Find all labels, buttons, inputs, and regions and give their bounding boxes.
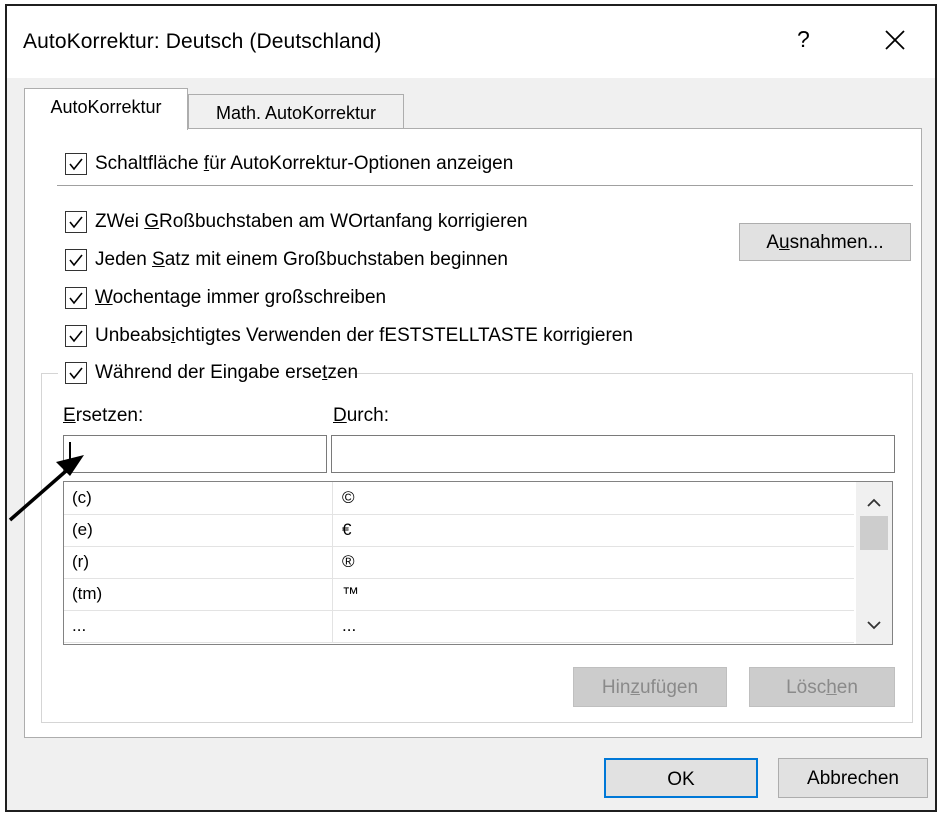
chevron-down-icon <box>867 621 881 630</box>
exceptions-button[interactable]: Ausnahmen... <box>739 223 911 261</box>
checkmark-icon <box>69 158 83 171</box>
sentence-caps-checkbox[interactable] <box>65 249 87 271</box>
cancel-button[interactable]: Abbrechen <box>778 758 928 798</box>
scrollbar-thumb[interactable] <box>860 516 888 550</box>
text-cursor <box>69 442 71 466</box>
caps-lock-checkbox[interactable] <box>65 325 87 347</box>
add-button[interactable]: Hinzufügen <box>573 667 727 707</box>
checkmark-icon <box>69 254 83 267</box>
table-row[interactable]: (e) € <box>64 514 854 547</box>
with-input[interactable] <box>331 435 895 473</box>
close-icon[interactable] <box>875 20 915 60</box>
table-row[interactable]: (tm) ™ <box>64 578 854 611</box>
tab-math-autokorrektur[interactable]: Math. AutoKorrektur <box>188 94 404 132</box>
table-row[interactable]: (c) © <box>64 482 854 515</box>
replace-typing-label: Während der Eingabe ersetzen <box>95 362 359 383</box>
caps-lock-label: Unbeabsichtigtes Verwenden der fESTSTELL… <box>95 325 633 346</box>
list-scrollbar[interactable] <box>856 482 892 644</box>
tab-label: AutoKorrektur <box>50 97 162 117</box>
tab-panel: Schaltfläche für AutoKorrektur-Optionen … <box>24 128 922 738</box>
chevron-up-icon <box>867 498 881 507</box>
tab-label: Math. AutoKorrektur <box>215 103 377 123</box>
weekdays-checkbox[interactable] <box>65 287 87 309</box>
tab-autokorrektur[interactable]: AutoKorrektur <box>24 88 188 130</box>
checkmark-icon <box>69 367 83 380</box>
sentence-caps-label: Jeden Satz mit einem Großbuchstaben begi… <box>95 249 508 270</box>
replace-typing-checkbox[interactable] <box>65 362 87 384</box>
autocorrect-dialog: AutoKorrektur: Deutsch (Deutschland) ? A… <box>5 4 937 812</box>
ok-button[interactable]: OK <box>604 758 758 798</box>
table-row[interactable]: ...... <box>64 610 854 643</box>
two-caps-label: ZWei GRoßbuchstaben am WOrtanfang korrig… <box>95 211 528 232</box>
separator <box>57 185 913 186</box>
delete-button[interactable]: Löschen <box>749 667 895 707</box>
title-bar: AutoKorrektur: Deutsch (Deutschland) ? <box>7 6 935 78</box>
checkmark-icon <box>69 330 83 343</box>
show-buttons-checkbox[interactable] <box>65 153 87 175</box>
show-buttons-label: Schaltfläche für AutoKorrektur-Optionen … <box>95 153 514 174</box>
replacement-list[interactable]: (c) © (e) € (r) ® (tm) ™ ...... <box>63 481 893 645</box>
table-row[interactable]: (r) ® <box>64 546 854 579</box>
replace-group-caption: Während der Eingabe ersetzen <box>58 359 358 389</box>
with-column-label: Durch: <box>333 405 389 426</box>
two-caps-checkbox[interactable] <box>65 211 87 233</box>
window-title: AutoKorrektur: Deutsch (Deutschland) <box>23 30 382 53</box>
checkmark-icon <box>69 216 83 229</box>
weekdays-label: Wochentage immer großschreiben <box>95 287 387 308</box>
help-button[interactable]: ? <box>797 26 810 53</box>
replace-column-label: Ersetzen: <box>63 405 144 426</box>
checkmark-icon <box>69 292 83 305</box>
replace-input[interactable] <box>63 435 327 473</box>
